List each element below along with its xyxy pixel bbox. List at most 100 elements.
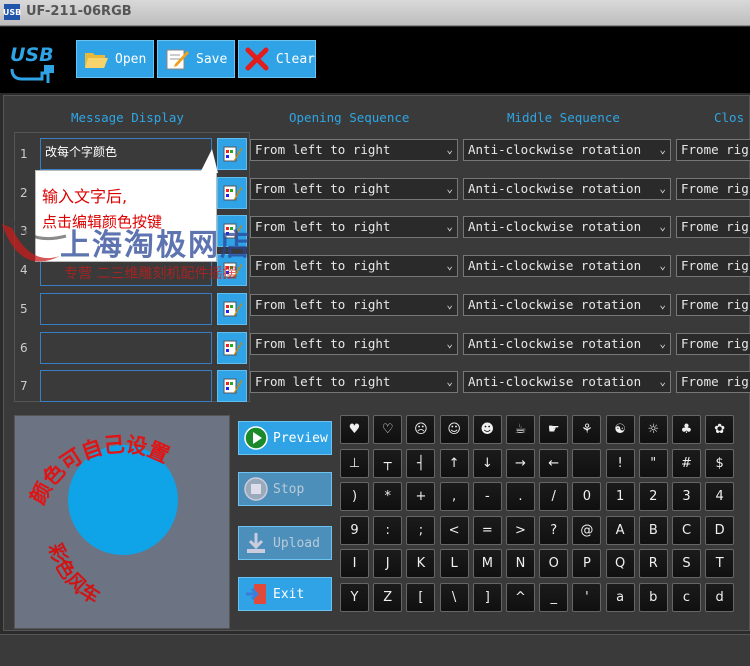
middle-sequence-select[interactable]: Anti-clockwise rotation ⌄: [463, 333, 671, 355]
clear-button[interactable]: Clear: [238, 40, 316, 78]
symbol-key[interactable]: O: [539, 549, 569, 579]
symbol-key[interactable]: /: [539, 482, 569, 512]
symbol-key[interactable]: a: [605, 583, 635, 612]
symbol-key[interactable]: ]: [472, 583, 502, 612]
opening-sequence-select[interactable]: From left to right ⌄: [250, 333, 458, 355]
symbol-key[interactable]: ,: [439, 482, 469, 512]
symbol-key[interactable]: 1: [605, 482, 635, 512]
preview-button[interactable]: Preview: [238, 421, 332, 455]
symbol-key[interactable]: #: [672, 448, 701, 478]
symbol-key[interactable]: !: [605, 448, 635, 478]
symbol-key[interactable]: M: [472, 549, 502, 579]
symbol-key[interactable]: P: [572, 549, 602, 579]
symbol-key[interactable]: _: [539, 583, 569, 612]
symbol-key[interactable]: .: [506, 482, 535, 512]
middle-sequence-select[interactable]: Anti-clockwise rotation ⌄: [463, 294, 671, 316]
message-input[interactable]: [40, 332, 212, 364]
closing-sequence-select[interactable]: Frome rig: [676, 333, 750, 355]
closing-sequence-select[interactable]: Frome rig: [676, 255, 750, 277]
symbol-key[interactable]: @: [572, 515, 602, 545]
opening-sequence-select[interactable]: From left to right ⌄: [250, 216, 458, 238]
symbol-key[interactable]: c: [672, 583, 701, 612]
symbol-key[interactable]: ?: [539, 515, 569, 545]
middle-sequence-select[interactable]: Anti-clockwise rotation ⌄: [463, 178, 671, 200]
exit-button[interactable]: Exit: [238, 577, 332, 611]
message-input[interactable]: [40, 293, 212, 325]
closing-sequence-select[interactable]: Frome rig: [676, 216, 750, 238]
symbol-key[interactable]: 0: [572, 482, 602, 512]
middle-sequence-select[interactable]: Anti-clockwise rotation ⌄: [463, 216, 671, 238]
closing-sequence-select[interactable]: Frome rig: [676, 139, 750, 161]
middle-sequence-select[interactable]: Anti-clockwise rotation ⌄: [463, 255, 671, 277]
stop-button[interactable]: Stop: [238, 472, 332, 506]
symbol-key[interactable]: \: [439, 583, 469, 612]
symbol-key[interactable]: D: [705, 515, 735, 545]
closing-sequence-select[interactable]: Frome rig: [676, 294, 750, 316]
opening-sequence-select[interactable]: From left to right ⌄: [250, 371, 458, 393]
symbol-key[interactable]: Q: [605, 549, 635, 579]
opening-sequence-select[interactable]: From left to right ⌄: [250, 139, 458, 161]
symbol-key[interactable]: *: [373, 482, 403, 512]
symbol-key[interactable]: ☺: [439, 415, 469, 444]
symbol-key[interactable]: =: [472, 515, 502, 545]
symbol-key[interactable]: +: [406, 482, 436, 512]
symbol-key[interactable]: Y: [340, 583, 369, 612]
symbol-key[interactable]: ☕: [506, 415, 535, 444]
opening-sequence-select[interactable]: From left to right ⌄: [250, 178, 458, 200]
symbol-key[interactable]: ': [572, 583, 602, 612]
symbol-key[interactable]: ⊥: [340, 448, 369, 478]
symbol-key[interactable]: ^: [506, 583, 535, 612]
message-input[interactable]: 改每个字颜色: [40, 138, 212, 170]
symbol-key[interactable]: I: [340, 549, 369, 579]
symbol-key[interactable]: b: [638, 583, 668, 612]
symbol-key[interactable]: →: [506, 448, 535, 478]
symbol-key[interactable]: ;: [406, 515, 436, 545]
symbol-key[interactable]: C: [672, 515, 701, 545]
opening-sequence-select[interactable]: From left to right ⌄: [250, 255, 458, 277]
symbol-key[interactable]: d: [705, 583, 735, 612]
symbol-key[interactable]: T: [705, 549, 735, 579]
symbol-key[interactable]: Z: [373, 583, 403, 612]
symbol-key[interactable]: ↓: [472, 448, 502, 478]
save-button[interactable]: Save: [157, 40, 235, 78]
middle-sequence-select[interactable]: Anti-clockwise rotation ⌄: [463, 139, 671, 161]
symbol-key[interactable]: ☼: [638, 415, 668, 444]
symbol-key[interactable]: ♣: [672, 415, 701, 444]
symbol-key[interactable]: 3: [672, 482, 701, 512]
symbol-key[interactable]: ): [340, 482, 369, 512]
symbol-key[interactable]: K: [406, 549, 436, 579]
symbol-key[interactable]: ✿: [705, 415, 735, 444]
open-button[interactable]: Open: [76, 40, 154, 78]
edit-color-button[interactable]: [217, 332, 247, 364]
symbol-key[interactable]: A: [605, 515, 635, 545]
edit-color-button[interactable]: [217, 254, 247, 286]
symbol-key[interactable]: <: [439, 515, 469, 545]
symbol-key[interactable]: >: [506, 515, 535, 545]
opening-sequence-select[interactable]: From left to right ⌄: [250, 294, 458, 316]
edit-color-button[interactable]: [217, 215, 247, 247]
symbol-key[interactable]: ♥: [340, 415, 369, 444]
symbol-key[interactable]: 4: [705, 482, 735, 512]
symbol-key[interactable]: L: [439, 549, 469, 579]
symbol-key[interactable]: -: [472, 482, 502, 512]
edit-color-button[interactable]: [217, 370, 247, 402]
symbol-key[interactable]: ☛: [539, 415, 569, 444]
symbol-key[interactable]: ": [638, 448, 668, 478]
symbol-key[interactable]: 2: [638, 482, 668, 512]
symbol-key[interactable]: ♡: [373, 415, 403, 444]
symbol-key[interactable]: ┬: [373, 448, 403, 478]
edit-color-button[interactable]: [217, 293, 247, 325]
symbol-key[interactable]: ↑: [439, 448, 469, 478]
symbol-key[interactable]: R: [638, 549, 668, 579]
symbol-key[interactable]: [: [406, 583, 436, 612]
symbol-key[interactable]: N: [506, 549, 535, 579]
symbol-key[interactable]: :: [373, 515, 403, 545]
symbol-key[interactable]: ☯: [605, 415, 635, 444]
symbol-key[interactable]: $: [705, 448, 735, 478]
symbol-key[interactable]: S: [672, 549, 701, 579]
symbol-key[interactable]: ☻: [472, 415, 502, 444]
symbol-key[interactable]: J: [373, 549, 403, 579]
symbol-key[interactable]: ┤: [406, 448, 436, 478]
upload-button[interactable]: Upload: [238, 526, 332, 560]
middle-sequence-select[interactable]: Anti-clockwise rotation ⌄: [463, 371, 671, 393]
